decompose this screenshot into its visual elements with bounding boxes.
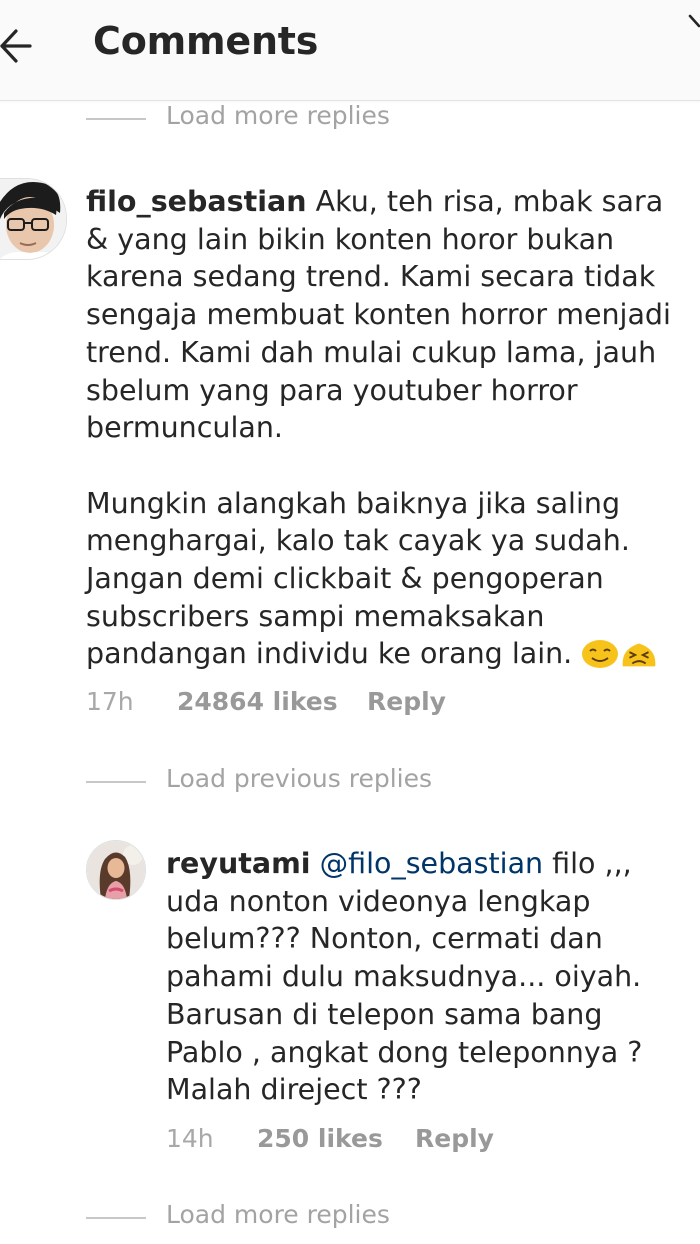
comment-paragraph-2: Mungkin alangkah baiknya jika saling men… [86, 485, 686, 674]
reply-mention-link[interactable]: @filo_sebastian [320, 847, 543, 880]
load-more-label: Load more replies [166, 101, 390, 130]
reply-text: filo ,,, uda nonton videonya lengkap bel… [166, 847, 643, 1107]
divider-line [86, 1217, 146, 1219]
comment-text-1: Aku, teh risa, mbak sara & yang lain bik… [86, 185, 671, 445]
comment-meta: 17h 24864 likes Reply [86, 687, 566, 719]
load-previous-label: Load previous replies [166, 764, 433, 793]
comment-time: 17h [86, 687, 134, 716]
persevering-face-emoji [622, 643, 656, 667]
top-app-bar: Comments [0, 0, 700, 101]
load-more-replies-bottom[interactable]: Load more replies [0, 1200, 420, 1236]
load-more-replies-top[interactable]: Load more replies [0, 101, 420, 137]
avatar-filo-sebastian[interactable] [0, 178, 67, 260]
load-more-label: Load more replies [166, 1200, 390, 1229]
reply-time: 14h [166, 1124, 214, 1153]
load-previous-replies[interactable]: Load previous replies [0, 764, 460, 800]
back-button[interactable] [0, 20, 44, 72]
smiling-face-emoji [582, 640, 619, 669]
reply-username[interactable]: reyutami [166, 847, 311, 880]
comment-username[interactable]: filo_sebastian [86, 185, 307, 218]
reply-reply-button[interactable]: Reply [415, 1124, 494, 1153]
comment-reply-button[interactable]: Reply [367, 687, 446, 716]
reply-paragraph: reyutami @filo_sebastian filo ,,, uda no… [166, 845, 686, 1109]
comment-body: filo_sebastian Aku, teh risa, mbak sara … [86, 183, 686, 673]
comment-likes[interactable]: 24864 likes [177, 687, 338, 716]
page-title: Comments [93, 19, 319, 63]
reply-meta: 14h 250 likes Reply [166, 1124, 566, 1156]
avatar-image [0, 179, 66, 259]
comment-paragraph-1: filo_sebastian Aku, teh risa, mbak sara … [86, 183, 686, 447]
reply-likes[interactable]: 250 likes [257, 1124, 383, 1153]
send-icon[interactable] [688, 14, 700, 36]
avatar-image [87, 841, 145, 899]
comment-text-2: Mungkin alangkah baiknya jika saling men… [86, 486, 630, 671]
reply-body: reyutami @filo_sebastian filo ,,, uda no… [166, 845, 686, 1109]
divider-line [86, 118, 146, 120]
arrow-left-icon [0, 29, 32, 63]
divider-line [86, 781, 146, 783]
avatar-reyutami[interactable] [86, 840, 146, 900]
